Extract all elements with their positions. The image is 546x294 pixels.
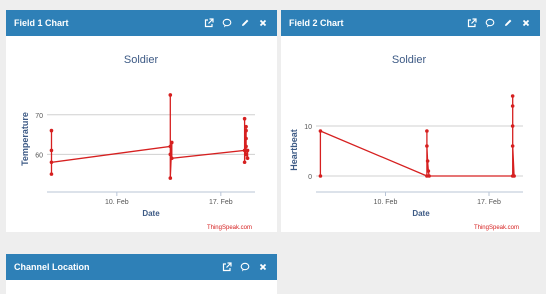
data-point[interactable] <box>244 124 248 129</box>
pencil-icon[interactable] <box>502 17 514 29</box>
external-link-icon[interactable] <box>466 17 478 29</box>
data-point[interactable] <box>170 156 174 161</box>
panel-title: Channel Location <box>14 262 90 272</box>
data-point[interactable] <box>245 148 250 153</box>
y-tick-label: 10 <box>304 124 312 131</box>
x-tick-label: 10. Feb <box>374 199 398 206</box>
x-tick-label: 10. Feb <box>105 199 129 206</box>
data-point[interactable] <box>425 144 429 148</box>
panel-tools <box>203 17 269 29</box>
data-point[interactable] <box>168 176 173 180</box>
x-tick-label: 17. Feb <box>209 199 233 206</box>
comment-icon[interactable] <box>239 261 251 273</box>
credit-link[interactable]: ThingSpeak.com <box>207 225 252 231</box>
data-point[interactable] <box>318 129 323 133</box>
data-point[interactable] <box>242 160 247 165</box>
data-point[interactable] <box>425 129 429 133</box>
data-point[interactable] <box>244 136 248 141</box>
panel-header: Field 1 Chart <box>6 10 277 36</box>
x-axis-label: Date <box>412 209 430 218</box>
panel-tools <box>221 261 269 273</box>
panel-title: Field 2 Chart <box>289 18 344 28</box>
pencil-icon[interactable] <box>239 17 251 29</box>
x-tick-label: 17. Feb <box>477 199 501 206</box>
data-point[interactable] <box>49 172 54 176</box>
data-point[interactable] <box>512 174 516 178</box>
data-point[interactable] <box>427 174 431 178</box>
panel-tools <box>466 17 532 29</box>
channel-location-panel: Channel Location <box>6 254 277 294</box>
data-point[interactable] <box>425 159 430 163</box>
external-link-icon[interactable] <box>203 17 215 29</box>
data-point[interactable] <box>49 148 54 153</box>
y-tick-label: 70 <box>35 113 43 120</box>
y-axis-label: Heartbeat <box>289 129 299 171</box>
y-tick-label: 0 <box>308 174 312 181</box>
data-point[interactable] <box>168 152 173 157</box>
panel-header: Channel Location <box>6 254 277 280</box>
panel-header: Field 2 Chart <box>281 10 540 36</box>
data-point[interactable] <box>318 174 323 178</box>
chart-area: Soldier Temperature Date ThingSpeak.com … <box>6 36 277 237</box>
data-point[interactable] <box>245 156 250 161</box>
credit-link[interactable]: ThingSpeak.com <box>474 225 519 231</box>
field-2-chart-panel: Field 2 Chart Soldier Heartbeat Date Thi… <box>281 10 540 232</box>
data-point[interactable] <box>244 152 248 157</box>
chart-title: Soldier <box>392 54 427 66</box>
comment-icon[interactable] <box>221 17 233 29</box>
heartbeat-chart: Soldier Heartbeat Date ThingSpeak.com 0 1… <box>289 54 523 231</box>
data-point[interactable] <box>168 93 173 97</box>
data-point[interactable] <box>242 116 247 121</box>
data-point[interactable] <box>168 144 173 149</box>
data-point[interactable] <box>510 144 515 148</box>
close-icon[interactable] <box>257 261 269 273</box>
y-axis-label: Temperature <box>20 112 30 166</box>
chart-area: Soldier Heartbeat Date ThingSpeak.com 0 1… <box>281 36 540 237</box>
data-point[interactable] <box>244 128 248 133</box>
data-point[interactable] <box>244 144 248 149</box>
data-point[interactable] <box>49 128 54 133</box>
external-link-icon[interactable] <box>221 261 233 273</box>
close-icon[interactable] <box>257 17 269 29</box>
chart-title: Soldier <box>124 54 159 66</box>
comment-icon[interactable] <box>484 17 496 29</box>
data-point[interactable] <box>170 140 174 145</box>
series-line <box>50 95 249 179</box>
data-point[interactable] <box>510 124 515 128</box>
data-point[interactable] <box>49 160 54 165</box>
close-icon[interactable] <box>520 17 532 29</box>
series-line <box>319 96 515 177</box>
x-axis-label: Date <box>142 209 160 218</box>
field-1-chart-panel: Field 1 Chart Soldier Temperature Date T… <box>6 10 277 232</box>
data-point[interactable] <box>426 169 431 173</box>
data-point[interactable] <box>510 104 515 108</box>
y-tick-label: 60 <box>35 152 43 159</box>
panel-title: Field 1 Chart <box>14 18 69 28</box>
data-point[interactable] <box>510 94 515 98</box>
temperature-chart: Soldier Temperature Date ThingSpeak.com … <box>20 54 255 231</box>
